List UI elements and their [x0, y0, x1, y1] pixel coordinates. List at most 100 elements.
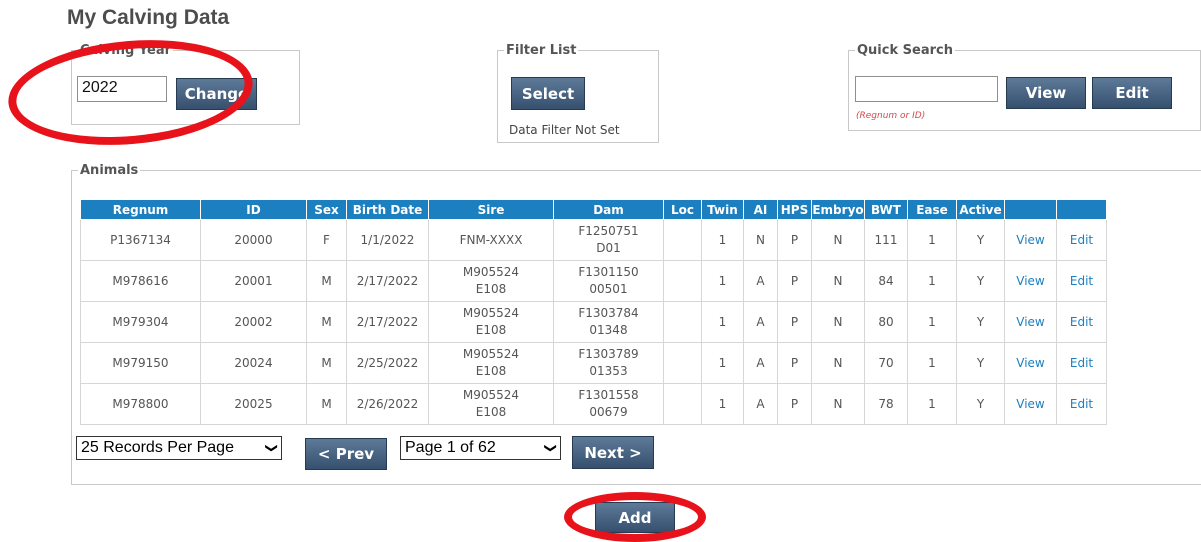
quick-search-input[interactable]: [855, 76, 998, 102]
col-header-ai[interactable]: AI: [743, 199, 778, 220]
col-header-id[interactable]: ID: [200, 199, 307, 220]
sire-line-2: E108: [475, 282, 507, 296]
cell-bwt: 84: [864, 260, 908, 302]
dam-line-1: F1303789: [578, 347, 639, 361]
page-select-value: Page 1 of 62: [405, 439, 496, 456]
table-row: P1367134 20000 F 1/1/2022 FNM-XXXX F1250…: [80, 219, 1107, 261]
col-header-regnum[interactable]: Regnum: [80, 199, 201, 220]
page-select[interactable]: Page 1 of 62 ❯: [400, 436, 561, 460]
col-header-view: [1004, 199, 1057, 220]
cell-bwt: 80: [864, 301, 908, 343]
filter-select-button[interactable]: Select: [511, 77, 585, 110]
col-header-birth-date[interactable]: Birth Date: [346, 199, 429, 220]
cell-hps: P: [777, 260, 812, 302]
col-header-hps[interactable]: HPS: [777, 199, 812, 220]
cell-id: 20000: [200, 219, 307, 261]
next-page-button[interactable]: Next >: [572, 436, 654, 469]
cell-active: Y: [956, 219, 1005, 261]
cell-sex: M: [306, 260, 347, 302]
cell-loc: [663, 383, 702, 425]
row-edit-link[interactable]: Edit: [1056, 219, 1107, 261]
cell-sire: M905524 E108: [428, 383, 554, 425]
table-header-row: Regnum ID Sex Birth Date Sire Dam Loc Tw…: [80, 199, 1107, 220]
cell-birth-date: 2/25/2022: [346, 342, 429, 384]
col-header-bwt[interactable]: BWT: [864, 199, 908, 220]
dam-line-2: D01: [596, 241, 621, 255]
cell-embryo: N: [811, 260, 865, 302]
cell-bwt: 78: [864, 383, 908, 425]
cell-ai: N: [743, 219, 778, 261]
cell-sire: M905524 E108: [428, 301, 554, 343]
cell-birth-date: 2/17/2022: [346, 260, 429, 302]
sire-line-2: E108: [475, 364, 507, 378]
quick-edit-button[interactable]: Edit: [1092, 77, 1172, 109]
col-header-sex[interactable]: Sex: [306, 199, 347, 220]
cell-regnum: M979150: [80, 342, 201, 384]
cell-ease: 1: [907, 383, 957, 425]
cell-sire: FNM-XXXX: [428, 219, 554, 261]
cell-twin: 1: [701, 342, 744, 384]
filter-status-text: Data Filter Not Set: [509, 123, 620, 137]
col-header-active[interactable]: Active: [956, 199, 1005, 220]
col-header-edit: [1056, 199, 1107, 220]
cell-regnum: M978800: [80, 383, 201, 425]
cell-ease: 1: [907, 260, 957, 302]
add-button[interactable]: Add: [595, 502, 675, 533]
cell-active: Y: [956, 301, 1005, 343]
row-view-link[interactable]: View: [1004, 383, 1057, 425]
cell-ease: 1: [907, 342, 957, 384]
cell-ai: A: [743, 260, 778, 302]
dam-line-2: 01353: [589, 364, 628, 378]
cell-dam: F1303784 01348: [553, 301, 664, 343]
change-year-button[interactable]: Change: [176, 78, 257, 110]
cell-embryo: N: [811, 342, 865, 384]
sire-line-1: M905524: [462, 388, 520, 402]
col-header-loc[interactable]: Loc: [663, 199, 702, 220]
cell-embryo: N: [811, 219, 865, 261]
cell-active: Y: [956, 260, 1005, 302]
col-header-sire[interactable]: Sire: [428, 199, 554, 220]
quick-view-button[interactable]: View: [1006, 77, 1086, 109]
cell-sex: M: [306, 301, 347, 343]
cell-embryo: N: [811, 301, 865, 343]
row-view-link[interactable]: View: [1004, 219, 1057, 261]
cell-ai: A: [743, 342, 778, 384]
row-view-link[interactable]: View: [1004, 301, 1057, 343]
cell-hps: P: [777, 342, 812, 384]
cell-loc: [663, 342, 702, 384]
cell-hps: P: [777, 383, 812, 425]
quick-search-legend: Quick Search: [857, 43, 953, 58]
calving-year-input[interactable]: 2022: [77, 76, 167, 102]
prev-page-button[interactable]: < Prev: [305, 438, 387, 470]
dam-line-1: F1301150: [578, 265, 639, 279]
row-edit-link[interactable]: Edit: [1056, 383, 1107, 425]
quick-search-hint: (Regnum or ID): [856, 111, 926, 121]
cell-embryo: N: [811, 383, 865, 425]
col-header-twin[interactable]: Twin: [701, 199, 744, 220]
cell-id: 20002: [200, 301, 307, 343]
cell-sex: M: [306, 342, 347, 384]
cell-sex: M: [306, 383, 347, 425]
col-header-dam[interactable]: Dam: [553, 199, 664, 220]
chevron-down-icon: ❯: [264, 442, 279, 454]
table-row: M979304 20002 M 2/17/2022 M905524 E108 F1…: [80, 301, 1107, 343]
col-header-ease[interactable]: Ease: [907, 199, 957, 220]
cell-twin: 1: [701, 219, 744, 261]
cell-sex: F: [306, 219, 347, 261]
page-title: My Calving Data: [67, 6, 230, 29]
col-header-embryo[interactable]: Embryo: [811, 199, 865, 220]
row-edit-link[interactable]: Edit: [1056, 342, 1107, 384]
row-view-link[interactable]: View: [1004, 342, 1057, 384]
records-per-page-select[interactable]: 25 Records Per Page ❯: [76, 436, 282, 460]
animals-legend: Animals: [80, 163, 139, 178]
dam-line-1: F1250751: [578, 224, 639, 238]
cell-sire: M905524 E108: [428, 342, 554, 384]
animals-table: Regnum ID Sex Birth Date Sire Dam Loc Tw…: [80, 199, 1107, 425]
row-view-link[interactable]: View: [1004, 260, 1057, 302]
calving-year-legend: Calving Year: [80, 43, 172, 58]
row-edit-link[interactable]: Edit: [1056, 260, 1107, 302]
cell-dam: F1250751 D01: [553, 219, 664, 261]
cell-ease: 1: [907, 301, 957, 343]
row-edit-link[interactable]: Edit: [1056, 301, 1107, 343]
cell-id: 20024: [200, 342, 307, 384]
